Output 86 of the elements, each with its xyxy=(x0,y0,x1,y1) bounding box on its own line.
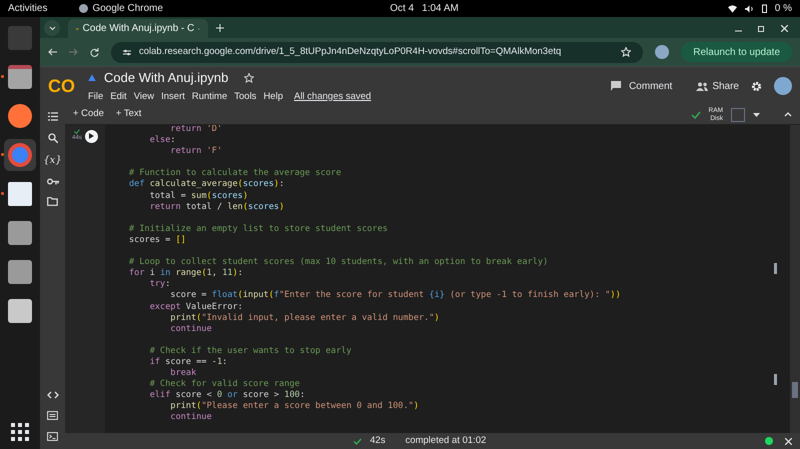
duration-text: 42s xyxy=(370,434,386,448)
restore-icon[interactable] xyxy=(758,25,765,32)
code-line: print("Please enter a score between 0 and 100.") xyxy=(169,401,420,412)
code-line: total = sum(scores) xyxy=(148,190,250,202)
completed-text: completed at 01:02 xyxy=(405,434,486,448)
browser-tab[interactable]: Code With Anuj.ipynb - C xyxy=(68,19,208,38)
notebook-title[interactable]: Code With Anuj.ipynb xyxy=(104,68,228,88)
comment-button[interactable]: Comment xyxy=(610,78,672,94)
code-line: # Check if the user wants to stop early xyxy=(148,346,352,357)
key-icon[interactable] xyxy=(46,178,58,185)
code-line: except ValueError: xyxy=(148,302,244,313)
battery-text: 0 % xyxy=(774,2,792,16)
wifi-icon xyxy=(728,4,737,12)
people-icon xyxy=(696,82,708,90)
resource-meter xyxy=(731,108,745,122)
check-icon xyxy=(353,438,362,444)
menu-item[interactable]: Tools xyxy=(234,90,256,104)
play-icon xyxy=(88,133,94,139)
code-icon[interactable] xyxy=(46,391,58,399)
code-line: # Check for valid score range xyxy=(148,379,301,390)
add-text-button[interactable]: + Text xyxy=(116,107,142,122)
variables-icon[interactable]: {x} xyxy=(43,155,62,166)
command-palette-icon[interactable] xyxy=(47,411,58,420)
check-icon xyxy=(74,129,80,134)
scroll-marker xyxy=(774,263,777,274)
drive-icon xyxy=(88,74,96,82)
menu-item[interactable]: Insert xyxy=(161,90,185,104)
star-icon[interactable] xyxy=(244,72,254,83)
star-icon[interactable] xyxy=(621,47,632,57)
address-bar[interactable]: colab.research.google.com/drive/1_5_8tUPpJn4nDeNzqtyLoP0R4H-vovds#scrollTo=QMAlkMon3etq xyxy=(111,42,644,62)
reload-icon[interactable] xyxy=(90,48,99,56)
settings-icon[interactable] xyxy=(751,80,762,92)
run-cell-button[interactable] xyxy=(84,130,98,142)
scroll-marker xyxy=(774,374,777,385)
menu-item[interactable]: File xyxy=(88,90,104,104)
scrollbar-thumb[interactable] xyxy=(792,382,798,398)
code-line: continue xyxy=(169,324,213,335)
comment-icon xyxy=(610,81,621,91)
menu-item[interactable]: Help xyxy=(263,90,283,104)
relaunch-button[interactable]: Relaunch to update xyxy=(681,42,792,62)
colab-logo[interactable]: CO xyxy=(48,72,84,100)
code-line: continue xyxy=(169,412,213,424)
activities-button[interactable]: Activities xyxy=(8,1,48,16)
toc-icon[interactable] xyxy=(48,112,58,121)
clock-text: 1:04 AM xyxy=(422,2,459,16)
menu-item[interactable]: View xyxy=(134,90,154,104)
code-line: score = float(input(f"Enter the score for student {i} (or type -1 to finish early): ")) xyxy=(169,290,622,302)
user-avatar[interactable] xyxy=(774,77,792,95)
collapse-icon[interactable] xyxy=(784,112,792,117)
site-settings-icon[interactable] xyxy=(123,48,131,56)
code-line: # Function to calculate the average score xyxy=(129,168,342,179)
app-grid-icon[interactable] xyxy=(10,423,30,441)
code-line: break xyxy=(169,368,198,380)
check-icon xyxy=(690,110,701,118)
browser-icon[interactable] xyxy=(8,143,32,167)
close-icon[interactable] xyxy=(781,25,788,32)
code-line: if score == -1: xyxy=(148,356,228,368)
code-line: def calculate_average(scores): xyxy=(129,179,286,191)
add-code-button[interactable]: + Code xyxy=(73,107,104,122)
code-line: else: xyxy=(148,135,177,146)
caret-icon xyxy=(48,26,56,30)
tab-list-button[interactable] xyxy=(44,20,60,36)
date-text: Oct 4 xyxy=(390,2,414,16)
close-icon[interactable] xyxy=(785,438,792,444)
code-line: try: xyxy=(148,279,172,290)
volume-icon xyxy=(744,4,754,12)
code-line: scores = [] xyxy=(129,234,187,246)
code-line: # Loop to collect student scores (max 10 students, with an option to break early) xyxy=(129,257,550,268)
code-line: return total / len(scores) xyxy=(148,202,286,213)
avatar[interactable] xyxy=(655,45,670,59)
share-button[interactable]: Share xyxy=(696,78,739,94)
save-status-link[interactable]: All changes saved xyxy=(294,90,372,104)
new-tab-icon[interactable] xyxy=(216,24,224,32)
search-icon[interactable] xyxy=(48,133,58,143)
code-line: return 'F' xyxy=(169,146,224,158)
battery-icon xyxy=(762,4,767,13)
dropdown-icon[interactable] xyxy=(753,112,760,116)
code-line: for i in range(1, 11): xyxy=(129,268,244,280)
menu-item[interactable]: Edit xyxy=(110,90,127,104)
menu-item[interactable]: Runtime xyxy=(192,90,228,104)
code-line: # Initialize an empty list to store student scores xyxy=(129,224,389,235)
code-line: print("Invalid input, please enter a valid number.") xyxy=(169,312,440,324)
code-line: elif score < 0 or score > 100: xyxy=(148,390,306,401)
app-name: Google Chrome xyxy=(92,2,164,16)
code-line: return 'D' xyxy=(170,125,224,136)
back-icon[interactable] xyxy=(48,48,57,56)
